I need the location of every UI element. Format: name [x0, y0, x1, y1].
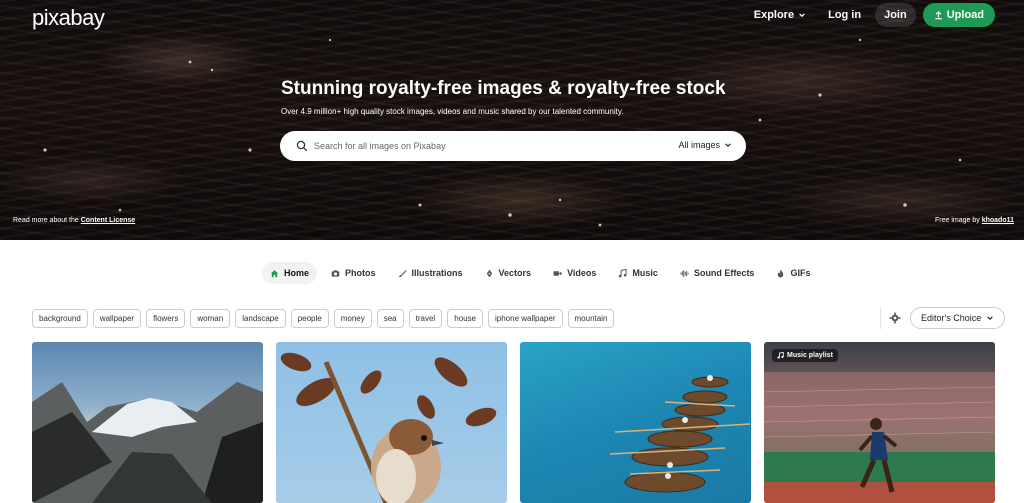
search-icon[interactable] — [296, 140, 308, 152]
search-scope-label: All images — [678, 140, 720, 150]
music-icon — [619, 268, 628, 277]
tag-chip[interactable]: woman — [190, 309, 231, 328]
media-type-tabs: Home Photos Illustrations Vectors Videos… — [262, 262, 824, 284]
boats-photo — [609, 375, 751, 493]
hero-background-image — [43, 38, 962, 227]
gallery-image-mountain[interactable] — [32, 342, 263, 503]
gallery-image-sparrow[interactable] — [276, 342, 507, 503]
tag-chip[interactable]: money — [333, 309, 372, 328]
music-icon — [777, 352, 784, 359]
credit-text: Free image by — [935, 217, 982, 224]
search-bar: All images — [280, 131, 746, 161]
sparrow-photo — [280, 352, 497, 503]
sort-label: Editor's Choice — [921, 313, 982, 323]
home-icon — [270, 269, 279, 277]
brush-icon — [398, 269, 407, 277]
tab-label: Photos — [345, 268, 376, 278]
chevron-down-icon — [799, 13, 805, 18]
pixabay-logo[interactable]: pixabay — [32, 5, 105, 31]
video-icon — [553, 270, 562, 276]
tab-label: Sound Effects — [693, 268, 755, 278]
search-scope-dropdown[interactable]: All images — [678, 140, 732, 150]
upload-button[interactable]: Upload — [922, 3, 995, 27]
tab-label: Music — [632, 268, 658, 278]
login-link[interactable]: Log in — [828, 9, 861, 21]
waveform-icon — [680, 269, 689, 277]
content-license-link[interactable]: Content License — [81, 217, 135, 224]
tag-chip[interactable]: sea — [376, 309, 404, 328]
tag-chip[interactable]: iphone wallpaper — [488, 309, 563, 328]
tab-label: GIFs — [790, 268, 811, 278]
camera-icon — [331, 269, 340, 277]
tag-list: background wallpaper flowers woman lands… — [32, 309, 619, 328]
tag-chip[interactable]: travel — [408, 309, 443, 328]
gallery-image-boats[interactable] — [520, 342, 751, 503]
playlist-label: Music playlist — [787, 352, 833, 359]
tag-chip[interactable]: people — [290, 309, 329, 328]
tab-illustrations[interactable]: Illustrations — [390, 262, 471, 284]
license-note: Read more about the Content License — [13, 217, 135, 224]
tab-sound-effects[interactable]: Sound Effects — [672, 262, 763, 284]
tab-music[interactable]: Music — [610, 262, 666, 284]
license-text: Read more about the — [13, 217, 81, 224]
tab-gifs[interactable]: GIFs — [768, 262, 818, 284]
chevron-down-icon — [987, 316, 994, 320]
tag-chip[interactable]: landscape — [235, 309, 286, 328]
pen-icon — [486, 269, 492, 277]
image-credit: Free image by khoado11 — [935, 217, 1014, 224]
sort-dropdown[interactable]: Editor's Choice — [910, 307, 1006, 329]
credit-author-link[interactable]: khoado11 — [982, 217, 1014, 224]
gear-icon[interactable] — [889, 312, 901, 324]
tag-chip[interactable]: wallpaper — [92, 309, 142, 328]
fire-icon — [778, 269, 784, 277]
top-nav: Explore Log in Join Upload — [754, 3, 995, 27]
tab-label: Illustrations — [411, 268, 463, 278]
tab-label: Home — [284, 268, 310, 278]
tag-chip[interactable]: house — [447, 309, 483, 328]
join-button[interactable]: Join — [875, 3, 916, 27]
gallery-image-runner[interactable] — [764, 342, 995, 503]
search-input[interactable] — [314, 137, 674, 155]
upload-label: Upload — [946, 9, 984, 21]
tab-label: Vectors — [498, 268, 532, 278]
upload-icon — [935, 10, 942, 19]
toolbar-divider — [880, 307, 881, 329]
tab-vectors[interactable]: Vectors — [477, 262, 540, 284]
hero-title: Stunning royalty-free images & royalty-f… — [281, 78, 726, 99]
tag-chip[interactable]: mountain — [567, 309, 615, 328]
hero-banner: pixabay Explore Log in Join Upload Stunn… — [0, 0, 1024, 240]
mountain-photo — [32, 382, 263, 503]
chevron-down-icon — [725, 143, 731, 147]
tab-label: Videos — [567, 268, 597, 278]
tab-home[interactable]: Home — [262, 262, 318, 284]
tag-chip[interactable]: background — [32, 309, 88, 328]
tag-chip[interactable]: flowers — [146, 309, 186, 328]
tab-photos[interactable]: Photos — [323, 262, 384, 284]
explore-menu[interactable]: Explore — [754, 9, 806, 21]
explore-label: Explore — [753, 9, 795, 21]
music-playlist-badge[interactable]: Music playlist — [772, 349, 838, 362]
runner-photo — [764, 372, 995, 503]
tab-videos[interactable]: Videos — [545, 262, 604, 284]
hero-subtitle: Over 4.9 million+ high quality stock ima… — [281, 107, 624, 116]
